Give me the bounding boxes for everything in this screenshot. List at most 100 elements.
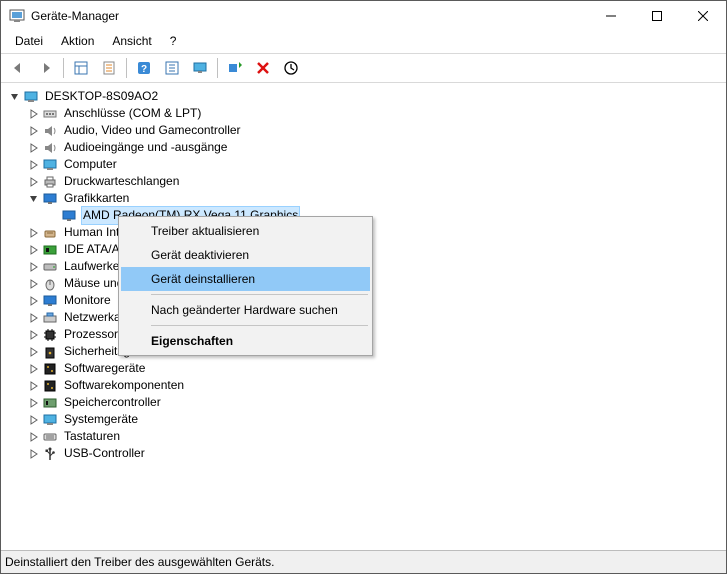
expander-icon[interactable] bbox=[26, 412, 42, 428]
expander-icon[interactable] bbox=[26, 344, 42, 360]
ctx-separator bbox=[151, 294, 368, 295]
drive-icon bbox=[42, 259, 58, 275]
app-icon bbox=[9, 8, 25, 24]
toolbar: ? bbox=[1, 54, 726, 83]
node-storage[interactable]: Speichercontroller bbox=[7, 394, 726, 411]
node-system[interactable]: Systemgeräte bbox=[7, 411, 726, 428]
keyboard-icon bbox=[42, 429, 58, 445]
audio-icon bbox=[42, 123, 58, 139]
expander-icon[interactable] bbox=[26, 395, 42, 411]
context-menu: Treiber aktualisieren Gerät deaktivieren… bbox=[118, 216, 373, 356]
statusbar: Deinstalliert den Treiber des ausgewählt… bbox=[1, 550, 726, 573]
computer-icon bbox=[42, 157, 58, 173]
node-label: Tastaturen bbox=[62, 428, 122, 445]
expander-icon[interactable] bbox=[26, 361, 42, 377]
storage-icon bbox=[42, 395, 58, 411]
sw-icon bbox=[42, 378, 58, 394]
toolbar-back-button[interactable] bbox=[5, 55, 31, 81]
expander-icon[interactable] bbox=[7, 89, 23, 105]
toolbar-scan-button[interactable] bbox=[222, 55, 248, 81]
node-label: Audio, Video und Gamecontroller bbox=[62, 122, 243, 139]
ctx-update-driver[interactable]: Treiber aktualisieren bbox=[121, 219, 370, 243]
menu-view[interactable]: Ansicht bbox=[104, 32, 159, 50]
node-ports[interactable]: Anschlüsse (COM & LPT) bbox=[7, 105, 726, 122]
net-icon bbox=[42, 310, 58, 326]
toolbar-update-button[interactable] bbox=[278, 55, 304, 81]
node-audio-io[interactable]: Audioeingänge und -ausgänge bbox=[7, 139, 726, 156]
mouse-icon bbox=[42, 276, 58, 292]
toolbar-showhide-button[interactable] bbox=[68, 55, 94, 81]
node-usb[interactable]: USB-Controller bbox=[7, 445, 726, 462]
node-label: Speichercontroller bbox=[62, 394, 163, 411]
audio-icon bbox=[42, 140, 58, 156]
node-label: Systemgeräte bbox=[62, 411, 140, 428]
node-label: Anschlüsse (COM & LPT) bbox=[62, 105, 203, 122]
node-print-queues[interactable]: Druckwarteschlangen bbox=[7, 173, 726, 190]
close-button[interactable] bbox=[680, 1, 726, 31]
ctx-scan-hardware[interactable]: Nach geänderter Hardware suchen bbox=[121, 298, 370, 322]
menu-action[interactable]: Aktion bbox=[53, 32, 102, 50]
expander-icon bbox=[45, 208, 61, 224]
node-label: DESKTOP-8S09AO2 bbox=[43, 88, 160, 105]
toolbar-monitor-button[interactable] bbox=[187, 55, 213, 81]
display-icon bbox=[42, 191, 58, 207]
expander-icon[interactable] bbox=[26, 293, 42, 309]
toolbar-separator bbox=[126, 58, 127, 78]
expander-icon[interactable] bbox=[26, 446, 42, 462]
node-label: Audioeingänge und -ausgänge bbox=[62, 139, 229, 156]
sec-icon bbox=[42, 344, 58, 360]
computer-icon bbox=[23, 89, 39, 105]
expander-icon[interactable] bbox=[26, 123, 42, 139]
minimize-button[interactable] bbox=[588, 1, 634, 31]
node-software-devices[interactable]: Softwaregeräte bbox=[7, 360, 726, 377]
ctx-properties[interactable]: Eigenschaften bbox=[121, 329, 370, 353]
node-av-game[interactable]: Audio, Video und Gamecontroller bbox=[7, 122, 726, 139]
device-manager-window: Geräte-Manager Datei Aktion Ansicht ? ? … bbox=[0, 0, 727, 574]
toolbar-properties-button[interactable] bbox=[96, 55, 122, 81]
ctx-uninstall-device[interactable]: Gerät deinstallieren bbox=[121, 267, 370, 291]
client-area: DESKTOP-8S09AO2Anschlüsse (COM & LPT)Aud… bbox=[1, 83, 726, 550]
tree-root[interactable]: DESKTOP-8S09AO2 bbox=[7, 88, 726, 105]
usb-icon bbox=[42, 446, 58, 462]
expander-icon[interactable] bbox=[26, 378, 42, 394]
expander-icon[interactable] bbox=[26, 242, 42, 258]
menu-file[interactable]: Datei bbox=[7, 32, 51, 50]
sw-icon bbox=[42, 361, 58, 377]
expander-icon[interactable] bbox=[26, 310, 42, 326]
node-display-adapters[interactable]: Grafikkarten bbox=[7, 190, 726, 207]
menubar: Datei Aktion Ansicht ? bbox=[1, 31, 726, 54]
expander-icon[interactable] bbox=[26, 106, 42, 122]
maximize-button[interactable] bbox=[634, 1, 680, 31]
toolbar-help-button[interactable]: ? bbox=[131, 55, 157, 81]
node-label: Softwaregeräte bbox=[62, 360, 147, 377]
display-icon bbox=[42, 293, 58, 309]
toolbar-separator bbox=[63, 58, 64, 78]
titlebar: Geräte-Manager bbox=[1, 1, 726, 31]
ide-icon bbox=[42, 242, 58, 258]
ctx-disable-device[interactable]: Gerät deaktivieren bbox=[121, 243, 370, 267]
node-label: USB-Controller bbox=[62, 445, 147, 462]
expander-icon[interactable] bbox=[26, 140, 42, 156]
expander-icon[interactable] bbox=[26, 157, 42, 173]
expander-icon[interactable] bbox=[26, 276, 42, 292]
node-label: Softwarekomponenten bbox=[62, 377, 186, 394]
node-software-components[interactable]: Softwarekomponenten bbox=[7, 377, 726, 394]
menu-help[interactable]: ? bbox=[162, 32, 185, 50]
cpu-icon bbox=[42, 327, 58, 343]
toolbar-remove-button[interactable] bbox=[250, 55, 276, 81]
toolbar-forward-button[interactable] bbox=[33, 55, 59, 81]
expander-icon[interactable] bbox=[26, 191, 42, 207]
expander-icon[interactable] bbox=[26, 327, 42, 343]
node-computer[interactable]: Computer bbox=[7, 156, 726, 173]
toolbar-separator bbox=[217, 58, 218, 78]
node-keyboards[interactable]: Tastaturen bbox=[7, 428, 726, 445]
expander-icon[interactable] bbox=[26, 225, 42, 241]
toolbar-action-button[interactable] bbox=[159, 55, 185, 81]
svg-text:?: ? bbox=[141, 64, 147, 75]
window-buttons bbox=[588, 1, 726, 31]
expander-icon[interactable] bbox=[26, 174, 42, 190]
status-text: Deinstalliert den Treiber des ausgewählt… bbox=[5, 555, 274, 569]
hid-icon bbox=[42, 225, 58, 241]
expander-icon[interactable] bbox=[26, 259, 42, 275]
expander-icon[interactable] bbox=[26, 429, 42, 445]
